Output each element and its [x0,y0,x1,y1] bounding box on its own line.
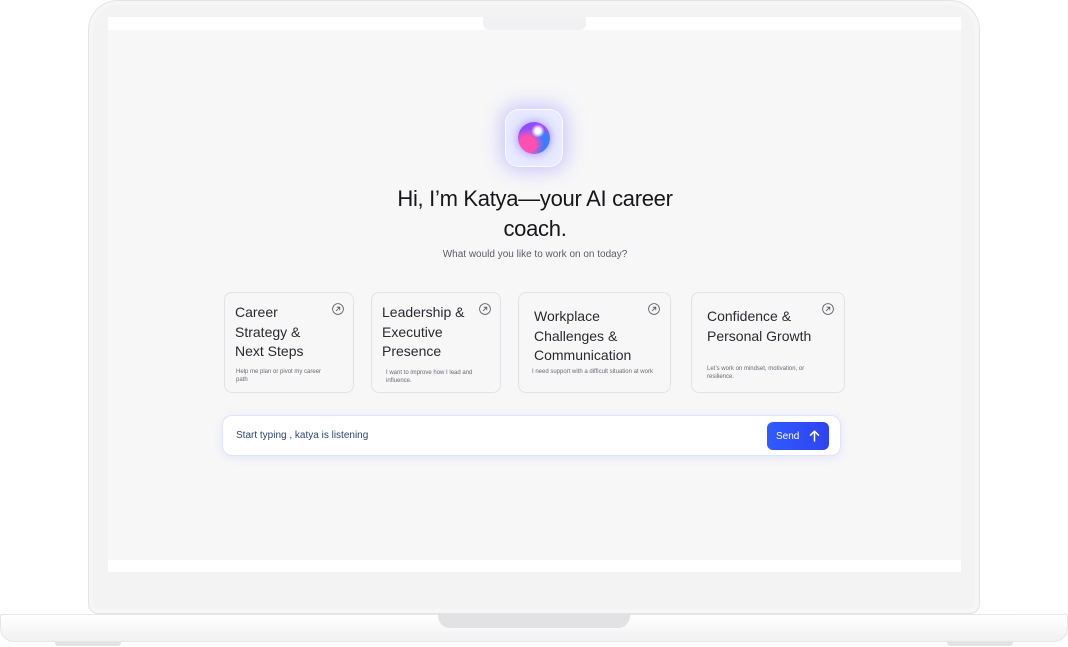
laptop-foot-right [947,642,1013,646]
ai-orb-icon [505,109,563,167]
card-description: I want to improve how I lead and influen… [386,370,473,384]
card-description: I need support with a difficult situatio… [532,369,653,375]
arrow-up-right-circle-icon [479,303,491,315]
laptop-opening-groove [438,614,630,628]
chat-input[interactable] [236,426,756,445]
card-description: Let’s work on mindset, motivation, or re… [707,366,805,380]
send-button[interactable]: Send [767,422,829,450]
card-title: Leadership & Executive Presence [382,304,465,359]
page-title: Hi, I’m Katya—your AI career coach. [397,186,673,241]
screen-bottom-bar [108,560,961,572]
send-button-label: Send [776,430,800,442]
arrow-up-icon [809,430,820,442]
topic-card-career-strategy[interactable]: Career Strategy & Next Steps Help me pla… [224,292,354,393]
card-title: Confidence & Personal Growth [707,308,812,344]
chat-input-bar: Send [223,416,840,455]
topic-card-leadership[interactable]: Leadership & Executive Presence I want t… [371,292,501,393]
topic-card-confidence[interactable]: Confidence & Personal Growth Let’s work … [691,292,845,393]
camera-notch [483,17,586,30]
arrow-up-right-circle-icon [332,303,344,315]
arrow-up-right-circle-icon [822,303,834,315]
ai-orb [518,122,550,154]
arrow-up-right-circle-icon [648,303,660,315]
laptop-foot-left [55,642,121,646]
card-title: Career Strategy & Next Steps [235,304,304,359]
card-description: Help me plan or pivot my career path [236,369,322,383]
card-title: Workplace Challenges & Communication [534,308,632,363]
topic-card-workplace-challenges[interactable]: Workplace Challenges & Communication I n… [518,292,671,393]
page-subtitle: What would you like to work on on today? [442,249,628,260]
